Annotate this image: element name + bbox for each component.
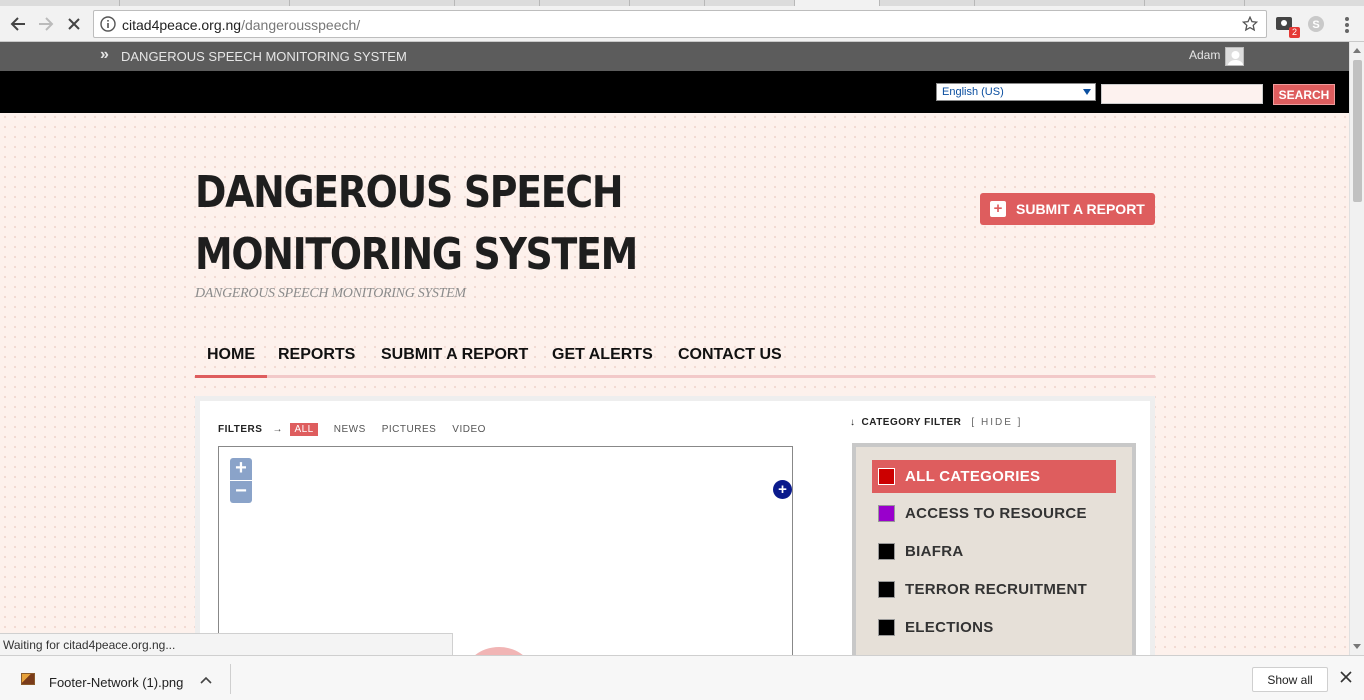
address-bar[interactable]: citad4peace.org.ng/dangerousspeech/	[93, 10, 1267, 38]
category-color-swatch	[878, 505, 895, 522]
search-input[interactable]	[1101, 84, 1263, 104]
scroll-down-icon[interactable]	[1353, 644, 1361, 649]
report-map[interactable]: + − +	[218, 446, 793, 655]
media-filters: FILTERS → ALL NEWS PICTURES VIDEO	[218, 423, 502, 436]
admin-site-name[interactable]: DANGEROUS SPEECH MONITORING SYSTEM	[121, 49, 407, 64]
svg-text:S: S	[1312, 19, 1319, 31]
nav-active-indicator	[195, 375, 267, 378]
category-filter-header: ↓ CATEGORY FILTER [ HIDE ]	[850, 417, 1022, 428]
arrow-left-icon	[10, 17, 25, 31]
filters-label: FILTERS	[218, 424, 263, 435]
double-chevron-icon[interactable]: »	[100, 46, 109, 64]
extension-badge: 2	[1288, 27, 1300, 38]
user-icon	[1227, 51, 1243, 65]
main-nav: HOME REPORTS SUBMIT A REPORT GET ALERTS …	[195, 340, 1155, 378]
category-label: ELECTIONS	[905, 619, 994, 636]
main-content: FILTERS → ALL NEWS PICTURES VIDEO + − + …	[195, 396, 1155, 655]
submit-report-label: SUBMIT A REPORT	[1016, 201, 1145, 217]
page-viewport: » DANGEROUS SPEECH MONITORING SYSTEM Ada…	[0, 42, 1349, 655]
category-color-swatch	[878, 543, 895, 560]
category-filter-hide-link[interactable]: [ HIDE ]	[971, 417, 1022, 428]
category-filter-label: CATEGORY FILTER	[861, 417, 962, 428]
info-icon[interactable]	[100, 16, 116, 32]
divider	[230, 664, 231, 694]
image-file-icon	[21, 673, 35, 685]
category-item-terror-recruitment[interactable]: TERROR RECRUITMENT	[872, 573, 1116, 606]
category-item-access-to-resource[interactable]: ACCESS TO RESOURCE	[872, 497, 1116, 530]
nav-item-home[interactable]: HOME	[207, 346, 255, 364]
nav-item-reports[interactable]: REPORTS	[278, 346, 355, 364]
category-color-swatch	[878, 619, 895, 636]
avatar[interactable]	[1225, 47, 1244, 66]
submit-report-button[interactable]: + SUBMIT A REPORT	[980, 193, 1155, 225]
site-tagline: DANGEROUS SPEECH MONITORING SYSTEM	[195, 286, 466, 301]
layer-switcher-button[interactable]: +	[773, 480, 792, 499]
nav-item-contact-us[interactable]: CONTACT US	[678, 346, 782, 364]
site-title[interactable]: DANGEROUS SPEECH MONITORING SYSTEM	[195, 162, 745, 286]
plus-icon: +	[990, 201, 1006, 217]
url-text[interactable]: citad4peace.org.ng/dangerousspeech/	[122, 17, 360, 33]
arrow-right-icon	[39, 17, 54, 31]
filter-video[interactable]: VIDEO	[452, 424, 486, 435]
close-download-shelf-icon[interactable]	[1340, 670, 1352, 688]
search-button[interactable]: SEARCH	[1273, 84, 1335, 105]
arrow-down-icon: ↓	[850, 417, 856, 428]
scroll-up-icon[interactable]	[1353, 48, 1361, 53]
category-item-elections[interactable]: ELECTIONS	[872, 611, 1116, 644]
category-item-biafra[interactable]: BIAFRA	[872, 535, 1116, 568]
bookmark-star-icon[interactable]	[1242, 16, 1258, 32]
nav-item-get-alerts[interactable]: GET ALERTS	[552, 346, 653, 364]
download-shelf: Footer-Network (1).png Show all	[0, 655, 1364, 700]
filter-pictures[interactable]: PICTURES	[382, 424, 437, 435]
back-button[interactable]	[5, 11, 31, 37]
user-name[interactable]: Adam	[1189, 48, 1220, 62]
browser-toolbar: citad4peace.org.ng/dangerousspeech/ 2 S	[0, 6, 1364, 42]
scrollbar-thumb[interactable]	[1353, 60, 1362, 202]
category-label: TERROR RECRUITMENT	[905, 581, 1088, 598]
stop-button[interactable]	[61, 11, 87, 37]
skype-extension-button[interactable]: S	[1306, 14, 1328, 36]
category-label: ACCESS TO RESOURCE	[905, 505, 1087, 522]
extension-button[interactable]: 2	[1274, 14, 1300, 38]
filter-news[interactable]: NEWS	[334, 424, 366, 435]
skype-icon: S	[1308, 16, 1324, 32]
category-list: ALL CATEGORIES ACCESS TO RESOURCE BIAFRA…	[852, 443, 1136, 655]
language-select[interactable]: English (US)	[936, 83, 1096, 101]
category-color-swatch	[878, 581, 895, 598]
search-bar: English (US) SEARCH	[0, 71, 1349, 113]
chevron-up-icon[interactable]	[200, 672, 212, 687]
category-label: ALL CATEGORIES	[905, 468, 1041, 485]
forward-button[interactable]	[33, 11, 59, 37]
caret-down-icon	[1083, 89, 1091, 95]
show-all-downloads-button[interactable]: Show all	[1252, 667, 1328, 692]
category-color-swatch	[878, 468, 895, 485]
category-item-all[interactable]: ALL CATEGORIES	[872, 460, 1116, 493]
zoom-out-button[interactable]: −	[230, 481, 252, 503]
arrow-right-icon: →	[272, 424, 283, 435]
filter-all[interactable]: ALL	[290, 423, 318, 436]
admin-bar: » DANGEROUS SPEECH MONITORING SYSTEM Ada…	[0, 42, 1349, 71]
download-file-name[interactable]: Footer-Network (1).png	[49, 675, 183, 690]
page-scrollbar[interactable]	[1349, 42, 1364, 655]
map-cluster-marker[interactable]	[464, 647, 534, 655]
category-label: BIAFRA	[905, 543, 964, 560]
status-bubble: Waiting for citad4peace.org.ng...	[0, 633, 453, 655]
nav-item-submit-report[interactable]: SUBMIT A REPORT	[381, 346, 528, 364]
browser-menu-icon[interactable]	[1340, 17, 1354, 33]
zoom-in-button[interactable]: +	[230, 458, 252, 480]
language-select-value: English (US)	[942, 86, 1004, 98]
close-icon	[68, 18, 80, 30]
